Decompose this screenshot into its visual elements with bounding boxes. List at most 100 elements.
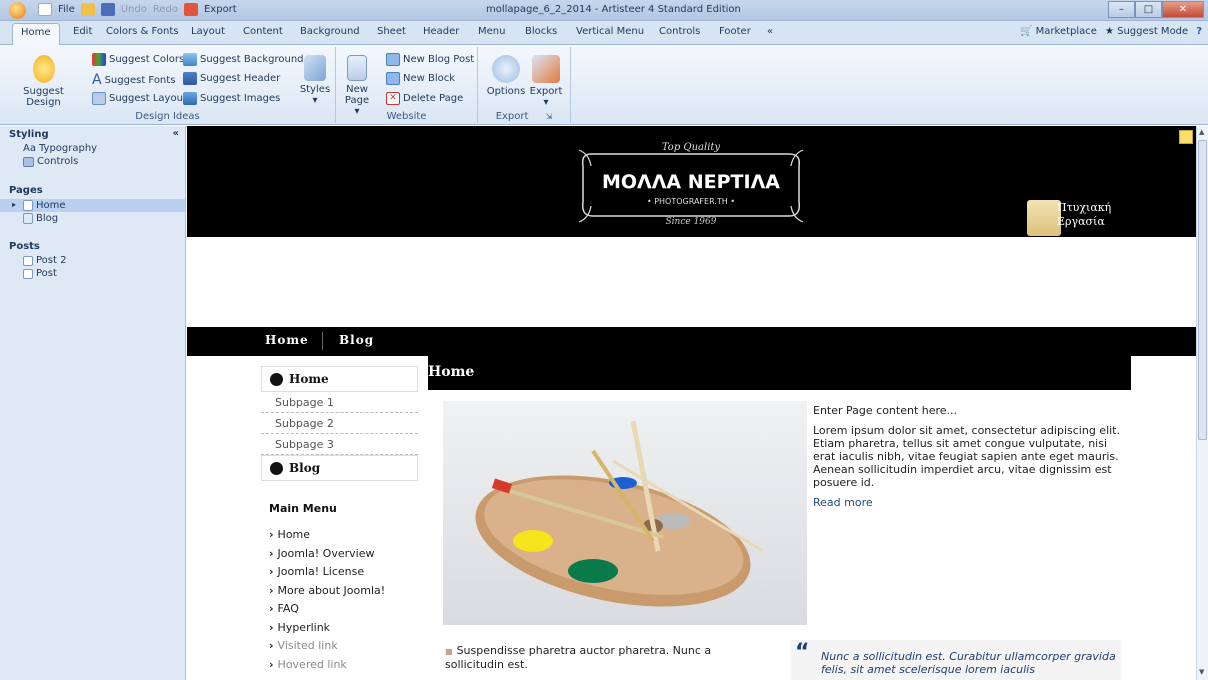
tab-home[interactable]: Home: [12, 23, 60, 45]
nav-blog[interactable]: Blog: [339, 333, 374, 347]
close-button[interactable]: ✕: [1162, 1, 1204, 18]
tips-lightbulb-icon[interactable]: [1179, 130, 1193, 144]
tab-header[interactable]: Header: [423, 26, 459, 37]
undo-button[interactable]: Undo: [121, 4, 147, 15]
read-more-link[interactable]: Read more: [813, 496, 1131, 509]
vmenu-subpage-2[interactable]: Subpage 2: [261, 413, 418, 434]
new-block-button[interactable]: New Block: [386, 72, 455, 85]
badge-line-2: Εργασία: [1057, 215, 1105, 228]
tab-blocks[interactable]: Blocks: [525, 26, 557, 37]
tab-sheet[interactable]: Sheet: [377, 26, 406, 37]
suggest-layout-button[interactable]: Suggest Layout: [92, 92, 187, 105]
main-menu-list: › Home › Joomla! Overview › Joomla! License…: [269, 528, 385, 676]
redo-button[interactable]: Redo: [153, 4, 178, 15]
tab-background[interactable]: Background: [300, 26, 360, 37]
suggest-mode-link[interactable]: ★ Suggest Mode: [1105, 26, 1188, 37]
tab-edit[interactable]: Edit: [73, 26, 92, 37]
main-menu-item[interactable]: › Hyperlink: [269, 621, 385, 640]
main-menu-item-hovered[interactable]: › Hovered link: [269, 658, 385, 677]
suggest-background-button[interactable]: Suggest Background: [183, 53, 304, 66]
main-menu-item[interactable]: › FAQ: [269, 602, 385, 621]
tab-controls[interactable]: Controls: [659, 26, 700, 37]
page-blog-label: Blog: [36, 213, 59, 224]
main-menu-item[interactable]: › Joomla! Overview: [269, 547, 385, 566]
controls-icon: [23, 156, 34, 167]
page-blog-item[interactable]: Blog: [23, 213, 58, 224]
vertical-scrollbar[interactable]: ▲ ▼: [1196, 126, 1208, 680]
minimize-button[interactable]: –: [1108, 1, 1135, 18]
suggest-design-button[interactable]: Suggest Design: [6, 55, 81, 108]
tab-vertical-menu[interactable]: Vertical Menu: [576, 26, 644, 37]
chevron-right-icon: ›: [269, 565, 274, 578]
suggest-colors-button[interactable]: Suggest Colors: [92, 53, 184, 66]
dialog-launcher-icon[interactable]: ⇲: [546, 112, 553, 121]
file-menu[interactable]: File: [58, 4, 75, 15]
main-menu-item-visited[interactable]: › Visited link: [269, 639, 385, 658]
tab-menu[interactable]: Menu: [478, 26, 505, 37]
controls-item[interactable]: Controls: [23, 156, 78, 167]
vmenu-blog-label: Blog: [289, 461, 321, 475]
delete-page-button[interactable]: ✕ Delete Page: [386, 92, 463, 105]
left-panel: Styling « Aa Typography Controls Pages ▸ …: [0, 126, 186, 680]
nav-home[interactable]: Home: [265, 333, 309, 347]
lorem-paragraph: Lorem ipsum dolor sit amet, consectetur …: [813, 424, 1120, 489]
export-button[interactable]: Export ▾: [528, 55, 564, 108]
options-label: Options: [486, 86, 526, 97]
post-2-item[interactable]: Post 2: [23, 255, 66, 266]
scrollbar-thumb[interactable]: [1198, 140, 1207, 440]
suggest-images-button[interactable]: Suggest Images: [183, 92, 280, 105]
tab-layout[interactable]: Layout: [191, 26, 225, 37]
chevron-right-icon: ›: [269, 639, 274, 652]
maximize-button[interactable]: □: [1135, 1, 1162, 18]
vmenu-subpage-3[interactable]: Subpage 3: [261, 434, 418, 455]
marketplace-link[interactable]: 🛒 Marketplace: [1020, 26, 1097, 37]
main-menu-item-label: Home: [277, 528, 311, 541]
design-canvas[interactable]: Top Quality ΜΟΛΛΑ ΝΕΡΤΙΛΑ • PHOTOGRAFER.…: [187, 126, 1196, 680]
tab-colors-fonts[interactable]: Colors & Fonts: [106, 26, 178, 37]
website-label: Website: [386, 111, 427, 122]
post-icon: [23, 268, 33, 279]
new-page-label: New: [346, 84, 368, 95]
main-menu-item[interactable]: › Home: [269, 528, 385, 547]
main-menu-item-label: Joomla! Overview: [277, 546, 375, 560]
expand-arrow-icon[interactable]: ▸: [12, 200, 16, 209]
new-file-icon[interactable]: [38, 3, 52, 16]
collapse-panel-button[interactable]: «: [173, 128, 179, 139]
help-icon[interactable]: ?: [1196, 26, 1202, 37]
scroll-down-arrow-icon[interactable]: ▼: [1199, 668, 1204, 676]
scroll-up-arrow-icon[interactable]: ▲: [1199, 128, 1204, 136]
tab-footer[interactable]: Footer: [719, 26, 751, 37]
main-menu-item-label: Joomla! License: [277, 565, 365, 578]
design-ideas-label: Design Ideas: [135, 111, 200, 122]
vmenu-blog[interactable]: Blog: [261, 455, 418, 481]
vmenu-subpage-1[interactable]: Subpage 1: [261, 392, 418, 413]
website-group: New Page ▾ New Blog Post New Block ✕ Delet…: [336, 47, 478, 123]
images-icon: [183, 92, 197, 105]
suggest-fonts-button[interactable]: A Suggest Fonts: [92, 72, 175, 88]
new-blog-post-label: New Blog Post: [403, 54, 475, 65]
header-icon: [183, 72, 197, 85]
export-quick-button[interactable]: Export: [204, 4, 237, 15]
tabs-collapse-button[interactable]: «: [767, 26, 773, 37]
options-button[interactable]: Options: [486, 55, 526, 97]
typography-item[interactable]: Aa Typography: [23, 143, 97, 154]
main-menu-item[interactable]: › More about Joomla!: [269, 584, 385, 603]
site-header[interactable]: Top Quality ΜΟΛΛΑ ΝΕΡΤΙΛΑ • PHOTOGRAFER.…: [187, 126, 1196, 237]
suggest-header-button[interactable]: Suggest Header: [183, 72, 280, 85]
new-page-button[interactable]: New Page ▾: [342, 55, 372, 117]
styles-button[interactable]: Styles ▾: [299, 55, 331, 106]
layout-icon: [92, 92, 106, 105]
vmenu-home[interactable]: Home: [261, 366, 418, 392]
styles-label: Styles: [299, 84, 331, 95]
app-menu-orb-icon[interactable]: [9, 2, 26, 19]
open-folder-icon[interactable]: [80, 3, 95, 16]
page-home-item[interactable]: Home: [23, 200, 66, 211]
styling-heading: Styling: [9, 129, 49, 140]
tab-content[interactable]: Content: [243, 26, 283, 37]
post-item[interactable]: Post: [23, 268, 57, 279]
main-menu-item[interactable]: › Joomla! License: [269, 565, 385, 584]
save-icon[interactable]: [100, 3, 115, 16]
title-bar: File Undo Redo Export mollapage_6_2_2014…: [0, 0, 1208, 21]
new-blog-post-button[interactable]: New Blog Post: [386, 53, 474, 66]
options-icon: [492, 55, 520, 83]
